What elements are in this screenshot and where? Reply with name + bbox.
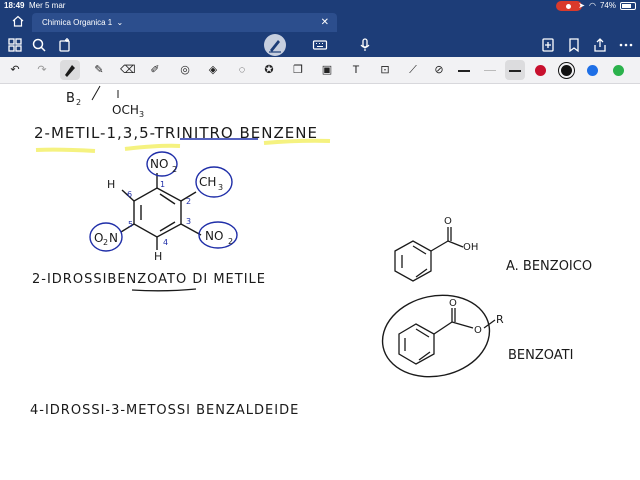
benzoic-acid-structure	[394, 227, 464, 282]
stroke-thin-option[interactable]	[484, 70, 496, 71]
note-title-1: 2-METIL-1,3,5-TRINITRO BENZENE	[34, 124, 318, 142]
highlighter-icon[interactable]: ✐	[148, 63, 162, 77]
home-icon[interactable]	[12, 15, 24, 27]
tab-notebook[interactable]: Chimica Organica 1 ⌄ ✕	[32, 13, 337, 32]
note-h-left: H	[107, 178, 115, 191]
page-add-icon[interactable]	[57, 37, 73, 53]
note-line0-och3-sub: 3	[139, 110, 144, 119]
note-line0-bond	[91, 85, 119, 101]
note-benzoic-oh: OH	[463, 242, 478, 253]
grid-view-icon[interactable]	[7, 37, 23, 53]
color-black-swatch[interactable]	[561, 65, 572, 76]
color-blue-swatch[interactable]	[587, 65, 598, 76]
benzoate-structure	[398, 308, 496, 365]
note-no2-right-sub: 2	[228, 237, 233, 246]
fountain-pen-icon	[65, 65, 75, 77]
ring-num-5: 5	[128, 220, 133, 229]
microphone-icon[interactable]	[357, 37, 373, 53]
stroke-medium-option[interactable]	[509, 70, 521, 72]
ring-num-3: 3	[186, 217, 191, 226]
note-benzoic-o: O	[444, 216, 452, 227]
tab-title: Chimica Organica 1	[42, 18, 113, 27]
note-benzoate-o2: O	[474, 325, 482, 336]
pen-tool-button[interactable]	[60, 60, 80, 80]
bookmark-icon[interactable]	[566, 37, 582, 53]
share-icon[interactable]	[592, 37, 608, 53]
note-o2n-sub: 2	[103, 238, 108, 247]
undo-icon[interactable]: ↶	[8, 63, 22, 77]
note-benzoate-o1: O	[449, 298, 457, 309]
text-tool-icon[interactable]: T	[349, 63, 363, 77]
element-icon[interactable]: ❐	[291, 63, 305, 77]
laser-pointer-icon[interactable]: ⟋	[406, 63, 420, 77]
search-icon[interactable]	[31, 37, 47, 53]
note-no2-right: NO	[205, 229, 223, 243]
note-no2-top: NO	[150, 157, 168, 171]
note-benzoati-label: BENZOATI	[508, 348, 573, 363]
redo-icon[interactable]: ↷	[35, 63, 49, 77]
drawing-toolbar: ↶ ↷ ✎ ⌫ ✐ ◎ ◈ ◌ ✪ ❐ ▣ T ⊡ ⟋ ⊘	[0, 57, 640, 84]
battery-percent: 74%	[599, 1, 616, 10]
sticker-icon[interactable]: ✪	[262, 63, 276, 77]
ring-num-1: 1	[160, 180, 165, 189]
note-title-2: 2-IDROSSIBENZOATO DI METILE	[32, 272, 266, 287]
highlight-stroke-2	[124, 143, 181, 151]
lasso-icon[interactable]: ◌	[235, 63, 249, 77]
stroke-thick-option[interactable]	[458, 70, 470, 72]
note-benzoic-label: A. BENZOICO	[506, 259, 592, 274]
status-date: Mer 5 mar	[29, 1, 66, 10]
ring-num-2: 2	[186, 197, 191, 206]
note-line0-b: B	[66, 91, 75, 106]
note-o2n-n: N	[109, 231, 118, 245]
photo-icon[interactable]: ⊡	[378, 63, 392, 77]
ring-num-6: 6	[127, 190, 132, 199]
benzoate-circle	[381, 294, 491, 378]
note-line0-och3: OCH	[112, 103, 139, 117]
note-title-3: 4-IDROSSI-3-METOSSI BENZALDEIDE	[30, 403, 299, 418]
close-icon[interactable]: ✕	[321, 17, 329, 28]
app-toolbar	[0, 32, 640, 57]
wifi-icon: ◠	[589, 1, 596, 10]
tab-bar: Chimica Organica 1 ⌄ ✕	[0, 12, 640, 32]
eraser-icon[interactable]: ⌫	[120, 63, 136, 77]
note-line0-b-sub: 2	[76, 98, 81, 107]
note-ch3: CH	[199, 175, 216, 189]
note-h-bottom: H	[154, 250, 162, 263]
underline-benzoato	[131, 288, 197, 292]
status-time: 18:49	[4, 1, 25, 10]
note-ch3-sub: 3	[218, 183, 223, 192]
draw-mode-button[interactable]	[264, 34, 286, 56]
color-green-swatch[interactable]	[613, 65, 624, 76]
note-benzoate-r: R	[496, 313, 504, 326]
chevron-down-icon[interactable]: ⌄	[116, 18, 123, 27]
battery-icon	[620, 1, 636, 10]
highlight-stroke-1	[35, 147, 96, 153]
note-canvas[interactable]: B 2 OCH 3 2-METIL-1,3,5-TRINITRO BENZENE	[0, 84, 640, 480]
handwriting-layer[interactable]: B 2 OCH 3 2-METIL-1,3,5-TRINITRO BENZENE	[0, 84, 640, 480]
image-icon[interactable]: ▣	[320, 63, 334, 77]
add-page-icon[interactable]	[540, 37, 556, 53]
location-icon: ➤	[578, 1, 585, 10]
more-icon[interactable]	[618, 37, 634, 53]
link-icon[interactable]: ⊘	[432, 63, 446, 77]
status-right: ➤ ◠ 74%	[578, 1, 636, 10]
color-red-swatch[interactable]	[535, 65, 546, 76]
status-bar: 18:49 Mer 5 mar ➤ ◠ 74%	[0, 0, 640, 12]
lasso-fill-icon[interactable]: ◎	[178, 63, 192, 77]
pen-icon	[269, 40, 281, 53]
shape-recognition-icon[interactable]: ◈	[206, 63, 220, 77]
note-no2-top-sub: 2	[172, 165, 177, 174]
ring-num-4: 4	[163, 238, 168, 247]
pencil-icon[interactable]: ✎	[92, 63, 106, 77]
keyboard-icon[interactable]	[312, 37, 328, 53]
